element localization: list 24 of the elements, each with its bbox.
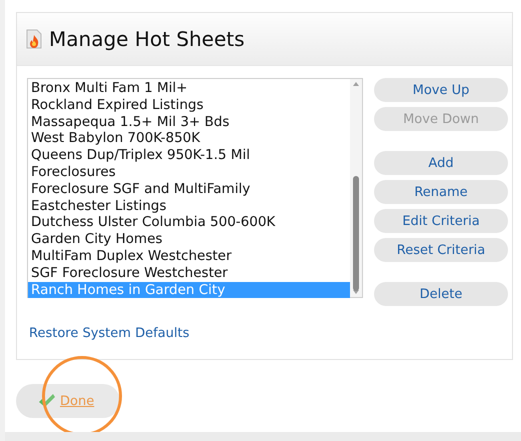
list-item[interactable]: Queens Dup/Triplex 950K-1.5 Mil <box>28 147 350 164</box>
list-item[interactable]: SGF Foreclosure Westchester <box>28 264 350 282</box>
list-item[interactable]: Foreclosure SGF and MultiFamily <box>28 180 350 198</box>
flame-icon <box>25 29 43 49</box>
restore-defaults-link[interactable]: Restore System Defaults <box>29 326 190 341</box>
list-item[interactable]: Foreclosures <box>28 164 350 181</box>
list-item[interactable]: West Babylon 700K-850K <box>28 130 350 148</box>
action-button[interactable]: Add <box>374 151 508 175</box>
list-item[interactable]: Dutchess Ulster Columbia 500-600K <box>28 214 350 232</box>
action-button[interactable]: Delete <box>374 282 508 306</box>
scrollbar[interactable] <box>350 79 362 297</box>
action-button[interactable]: Reset Criteria <box>374 238 508 262</box>
page-title: Manage Hot Sheets <box>49 27 245 51</box>
check-icon <box>38 394 56 408</box>
list-item[interactable]: Massapequa 1.5+ Mil 3+ Bds <box>28 114 350 130</box>
hot-sheet-list[interactable] <box>27 78 363 298</box>
list-item[interactable]: Eastchester Listings <box>28 198 350 214</box>
list-item[interactable]: Rockland Expired Listings <box>28 96 350 114</box>
action-button[interactable]: Move Up <box>374 78 508 102</box>
action-button[interactable]: Edit Criteria <box>374 209 508 233</box>
list-item[interactable]: MultiFam Duplex Westchester <box>28 248 350 265</box>
list-item[interactable]: Garden City Homes <box>28 231 350 248</box>
action-button[interactable]: Rename <box>374 180 508 204</box>
list-item[interactable]: Bronx Multi Fam 1 Mil+ <box>28 80 350 97</box>
